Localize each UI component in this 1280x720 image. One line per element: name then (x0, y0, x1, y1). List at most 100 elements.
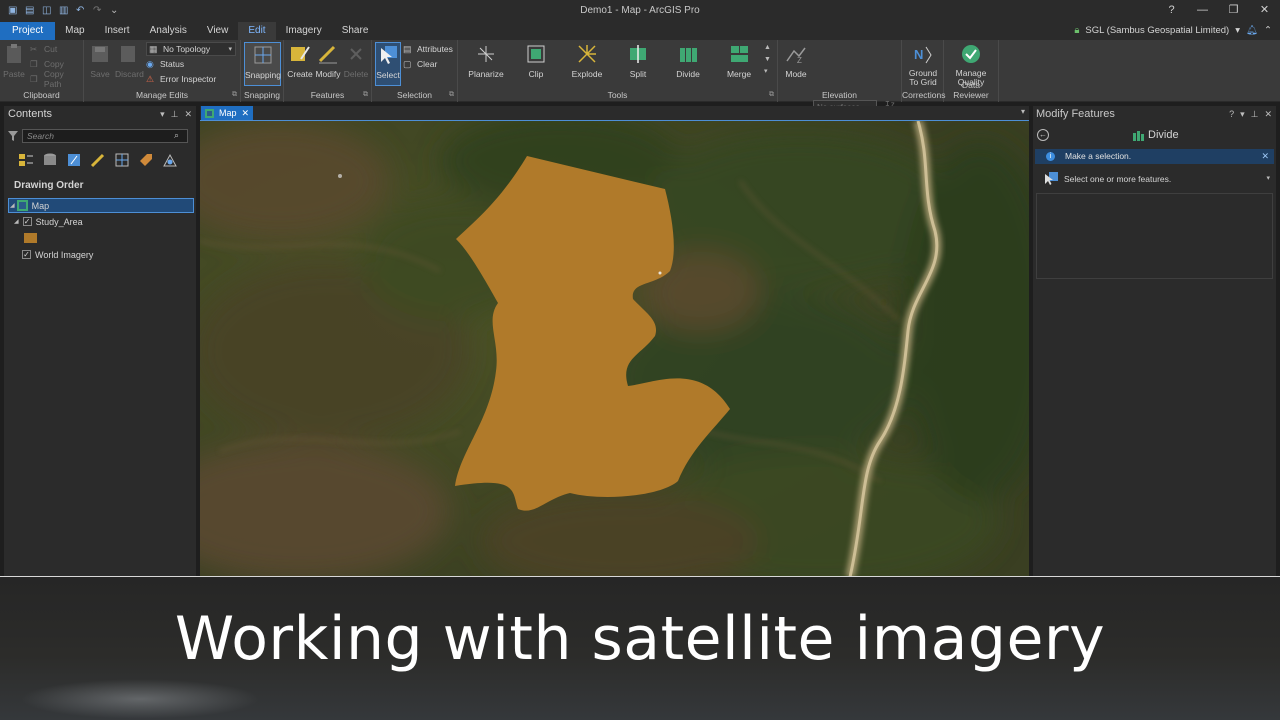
ribbon: Paste ✂ Cut ❐ Copy ❐ Copy Path Clipboard Sa… (0, 40, 1280, 115)
topology-dropdown-icon: ▾ (228, 46, 232, 53)
create-button[interactable]: Create (287, 43, 313, 79)
clip-button[interactable]: Clip (524, 43, 548, 79)
divide-button[interactable]: Divide (674, 43, 702, 79)
select-features-row[interactable]: Select one or more features. ▾ (1033, 168, 1276, 190)
clear-selection-icon: ▢ (403, 59, 412, 69)
planarize-icon (478, 46, 494, 62)
contents-title-bar: Contents ▾ ⊥ ✕ (4, 106, 196, 123)
tab-edit[interactable]: Edit (238, 22, 276, 40)
planarize-button[interactable]: Planarize (466, 43, 506, 79)
select-features-dropdown-icon[interactable]: ▾ (1266, 168, 1270, 190)
error-inspector-button[interactable]: ⚠ Error Inspector (146, 72, 216, 86)
tab-map[interactable]: Map (55, 22, 94, 40)
save-edits-button[interactable]: Save (89, 43, 111, 79)
cut-button[interactable]: ✂ Cut (30, 42, 57, 56)
save-project-icon[interactable]: ◫ (42, 6, 53, 16)
selected-features-list[interactable] (1036, 193, 1273, 279)
tab-analysis[interactable]: Analysis (140, 22, 197, 40)
study-area-symbol-swatch[interactable] (24, 233, 37, 243)
tab-share[interactable]: Share (332, 22, 379, 40)
tab-insert[interactable]: Insert (95, 22, 140, 40)
filter-icon[interactable] (8, 131, 18, 141)
layer-row-world-imagery[interactable]: ✓ World Imagery (22, 247, 93, 262)
modify-pin-icon[interactable]: ⊥ (1251, 106, 1259, 123)
snapping-icon (254, 46, 271, 64)
snapping-view-icon[interactable] (114, 152, 130, 168)
close-button[interactable]: ✕ (1249, 0, 1280, 22)
layer-row-map[interactable]: ◢ Map (8, 198, 194, 213)
data-source-icon[interactable] (42, 152, 58, 168)
attributes-button[interactable]: ▤ Attributes (403, 42, 453, 56)
charts-view-icon[interactable] (162, 152, 178, 168)
snapping-button[interactable]: Snapping (244, 42, 281, 86)
search-icon[interactable]: ⌕ (174, 130, 179, 141)
editing-view-icon[interactable] (90, 152, 106, 168)
user-dropdown-icon[interactable]: ▾ (1235, 22, 1240, 40)
ground-to-grid-button[interactable]: N Ground To Grid (904, 43, 942, 87)
back-arrow-icon[interactable]: ← (1037, 129, 1049, 141)
attributes-icon: ▤ (403, 44, 412, 54)
map-tab-close-icon[interactable]: ✕ (242, 106, 250, 120)
restore-button[interactable]: ❐ (1218, 0, 1249, 22)
labeling-view-icon[interactable] (138, 152, 154, 168)
status-button[interactable]: ◉ Status (146, 57, 184, 71)
modify-button[interactable]: Modify (314, 43, 342, 79)
selection-view-icon[interactable] (66, 152, 82, 168)
message-close-icon[interactable]: ✕ (1261, 149, 1269, 164)
world-imagery-visibility-checkbox[interactable]: ✓ (22, 250, 31, 259)
error-inspector-label: Error Inspector (160, 74, 217, 84)
map-tab[interactable]: Map ✕ (201, 106, 254, 120)
contents-pane-controls: ▾ ⊥ ✕ (160, 106, 192, 123)
manage-edits-launcher-icon[interactable]: ⧉ (232, 91, 237, 99)
customize-qat-icon[interactable]: ⌄ (110, 6, 121, 16)
selection-group: Select ▤ Attributes ▢ Clear Selection ⧉ (372, 40, 458, 102)
tools-gallery-scroll[interactable]: ▲ ▼ ▾ (764, 42, 771, 78)
merge-button[interactable]: Merge (724, 43, 754, 79)
select-button[interactable]: Select (375, 42, 401, 86)
modify-close-icon[interactable]: ✕ (1264, 106, 1272, 123)
tools-launcher-icon[interactable]: ⧉ (769, 91, 774, 99)
select-features-icon[interactable] (1044, 172, 1058, 185)
selection-message-bar: i Make a selection. ✕ (1035, 149, 1274, 164)
drawing-order-icon[interactable] (18, 152, 34, 168)
tab-overflow-icon[interactable]: ▾ (1021, 107, 1025, 116)
user-account[interactable]: 🔒︎ SGL (Sambus Geospatial Limited) ▾ 🔔︎ … (1074, 22, 1272, 40)
modify-options-icon[interactable]: ▾ (1240, 106, 1245, 123)
print-icon[interactable]: ▥ (59, 6, 70, 16)
select-features-prompt: Select one or more features. (1064, 174, 1172, 184)
pane-options-icon[interactable]: ▾ (160, 106, 165, 123)
contents-search-input[interactable]: Search (22, 129, 188, 143)
map-canvas[interactable] (200, 120, 1029, 576)
minimize-button[interactable]: — (1187, 0, 1218, 22)
elevation-mode-button[interactable]: Z Mode (782, 43, 810, 79)
open-project-icon[interactable]: ▤ (25, 6, 36, 16)
features-launcher-icon[interactable]: ⧉ (363, 91, 368, 99)
expand-map-icon[interactable]: ◢ (10, 202, 15, 209)
tab-view[interactable]: View (197, 22, 239, 40)
redo-icon[interactable]: ↷ (93, 6, 104, 16)
undo-icon[interactable]: ↶ (76, 6, 87, 16)
tab-project[interactable]: Project (0, 22, 56, 40)
paste-button[interactable]: Paste (3, 43, 25, 79)
pane-close-icon[interactable]: ✕ (184, 106, 192, 123)
discard-edits-button[interactable]: Discard (115, 43, 144, 79)
pin-icon[interactable]: ⊥ (171, 106, 179, 123)
new-project-icon[interactable]: ▣ (8, 6, 19, 16)
selection-launcher-icon[interactable]: ⧉ (449, 91, 454, 99)
help-button[interactable]: ? (1156, 0, 1187, 22)
modify-help-icon[interactable]: ? (1229, 106, 1234, 123)
video-caption: Working with satellite imagery (0, 576, 1280, 720)
topology-dropdown[interactable]: ▦ No Topology ▾ (146, 42, 236, 56)
tab-imagery[interactable]: Imagery (276, 22, 332, 40)
clear-selection-button[interactable]: ▢ Clear (403, 57, 437, 71)
notification-icon[interactable]: 🔔︎ (1246, 22, 1258, 40)
study-area-visibility-checkbox[interactable]: ✓ (22, 217, 32, 226)
delete-button[interactable]: Delete (343, 43, 369, 79)
paste-label: Paste (3, 69, 25, 79)
copy-path-button[interactable]: ❐ Copy Path (30, 69, 83, 89)
expand-study-area-icon[interactable]: ◢ (14, 218, 19, 225)
layer-row-study-area[interactable]: ◢ ✓ Study_Area (14, 214, 83, 229)
split-button[interactable]: Split (626, 43, 650, 79)
explode-button[interactable]: Explode (570, 43, 604, 79)
ribbon-collapse-icon[interactable]: ⌃ (1264, 22, 1272, 40)
